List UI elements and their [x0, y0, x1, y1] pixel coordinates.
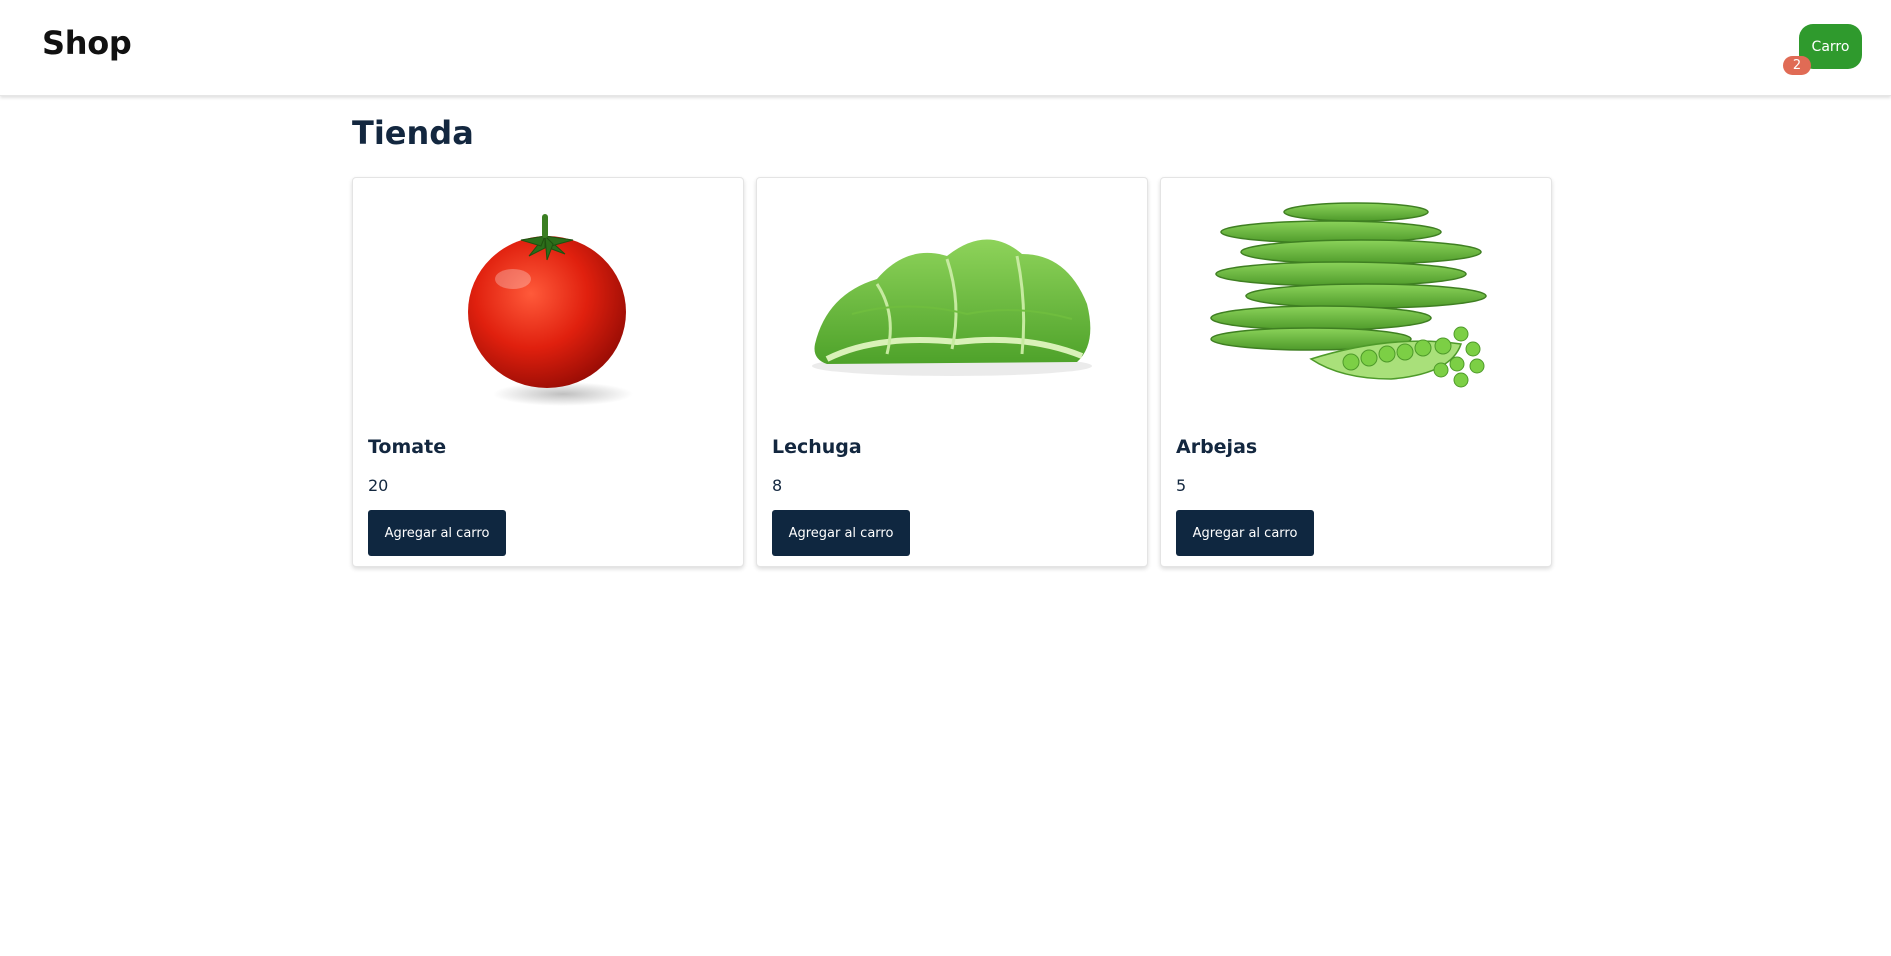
page-title: Tienda	[352, 114, 474, 152]
shop-logo[interactable]: Shop	[42, 24, 132, 62]
top-navbar: Shop Carro 2	[0, 0, 1891, 96]
product-card-lechuga: Lechuga 8 Agregar al carro	[756, 177, 1148, 567]
lettuce-image	[812, 239, 1092, 376]
add-to-cart-button[interactable]: Agregar al carro	[772, 510, 910, 556]
product-price: 8	[772, 476, 783, 495]
cart-count-badge: 2	[1783, 56, 1811, 75]
add-to-cart-button[interactable]: Agregar al carro	[368, 510, 506, 556]
product-name: Tomate	[368, 436, 447, 458]
peas-image	[1210, 202, 1487, 388]
product-name: Arbejas	[1176, 436, 1258, 458]
tomato-image	[468, 214, 633, 406]
product-price: 20	[368, 476, 389, 495]
product-price: 5	[1176, 476, 1187, 495]
product-card-arbejas: Arbejas 5 Agregar al carro	[1160, 177, 1552, 567]
product-card-tomate: Tomate 20 Agregar al carro	[352, 177, 744, 567]
product-name: Lechuga	[772, 436, 862, 458]
add-to-cart-button[interactable]: Agregar al carro	[1176, 510, 1314, 556]
